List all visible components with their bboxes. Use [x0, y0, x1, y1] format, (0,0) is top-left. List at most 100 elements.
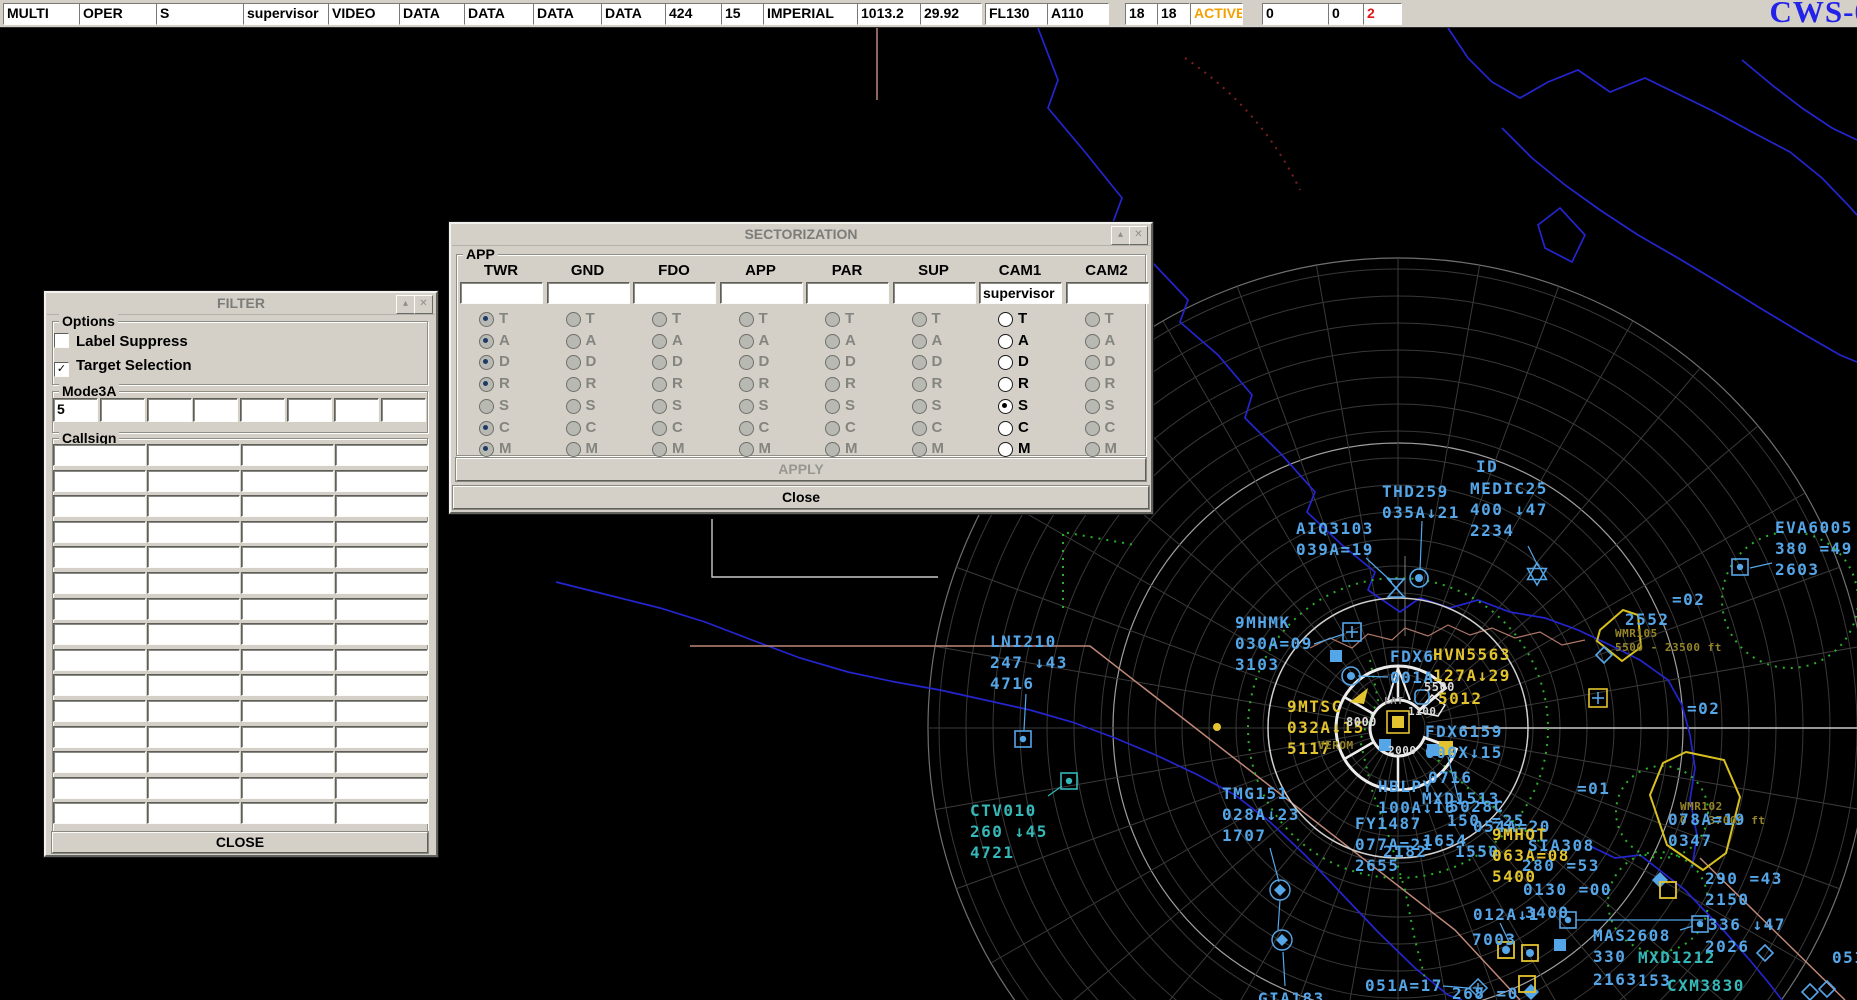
- callsign-input-r3c3[interactable]: [335, 521, 428, 543]
- mode3a-input-6[interactable]: [334, 398, 379, 422]
- callsign-input-r11c3[interactable]: [335, 726, 428, 748]
- radio-app-t[interactable]: [739, 312, 754, 327]
- radio-par-c[interactable]: [825, 421, 840, 436]
- callsign-input-r1c2[interactable]: [241, 470, 334, 492]
- sector-input-twr[interactable]: [460, 282, 543, 304]
- radio-sup-m[interactable]: [912, 442, 927, 457]
- callsign-input-r4c1[interactable]: [147, 546, 240, 568]
- radio-twr-t[interactable]: [479, 312, 494, 327]
- mode3a-input-0[interactable]: 5: [53, 398, 98, 422]
- callsign-input-r12c0[interactable]: [53, 751, 146, 773]
- radio-gnd-m[interactable]: [566, 442, 581, 457]
- status-field-424[interactable]: 424: [665, 3, 724, 25]
- radio-app-r[interactable]: [739, 377, 754, 392]
- callsign-input-r5c1[interactable]: [147, 572, 240, 594]
- radio-app-d[interactable]: [739, 355, 754, 370]
- center-target-symbol[interactable]: [1387, 711, 1409, 733]
- status-field-oper[interactable]: OPER: [79, 3, 159, 25]
- callsign-input-r10c0[interactable]: [53, 700, 146, 722]
- radio-cam2-s[interactable]: [1085, 399, 1100, 414]
- radio-sup-a[interactable]: [912, 334, 927, 349]
- mode3a-input-1[interactable]: [100, 398, 145, 422]
- mode3a-input-7[interactable]: [381, 398, 426, 422]
- filled-square-symbol[interactable]: [1379, 739, 1391, 751]
- radio-app-s[interactable]: [739, 399, 754, 414]
- status-field-imperial[interactable]: IMPERIAL: [763, 3, 860, 25]
- circle-dot-symbol[interactable]: [1342, 667, 1360, 685]
- callsign-input-r13c1[interactable]: [147, 777, 240, 799]
- status-field-data[interactable]: DATA: [464, 3, 536, 25]
- status-field-multi[interactable]: MULTI: [3, 3, 82, 25]
- radio-gnd-s[interactable]: [566, 399, 581, 414]
- radio-sup-d[interactable]: [912, 355, 927, 370]
- status-field-a110[interactable]: A110: [1047, 3, 1109, 25]
- callsign-input-r7c1[interactable]: [147, 623, 240, 645]
- yellow-filled-square-symbol[interactable]: [1439, 741, 1453, 755]
- square-dot-symbol[interactable]: [1732, 559, 1748, 575]
- callsign-input-r2c3[interactable]: [335, 495, 428, 517]
- apply-button[interactable]: APPLY: [456, 458, 1146, 481]
- radio-cam2-d[interactable]: [1085, 355, 1100, 370]
- callsign-input-r12c2[interactable]: [241, 751, 334, 773]
- filled-square-symbol[interactable]: [1427, 744, 1439, 756]
- bowtie-symbol[interactable]: [1388, 579, 1404, 597]
- status-field-data[interactable]: DATA: [601, 3, 668, 25]
- callsign-input-r9c2[interactable]: [241, 674, 334, 696]
- radio-app-c[interactable]: [739, 421, 754, 436]
- callsign-input-r3c2[interactable]: [241, 521, 334, 543]
- callsign-input-r4c2[interactable]: [241, 546, 334, 568]
- radio-sup-t[interactable]: [912, 312, 927, 327]
- radio-fdo-c[interactable]: [652, 421, 667, 436]
- radio-fdo-s[interactable]: [652, 399, 667, 414]
- diamond-symbol[interactable]: [1802, 984, 1818, 1000]
- sector-input-gnd[interactable]: [547, 282, 630, 304]
- callsign-input-r9c3[interactable]: [335, 674, 428, 696]
- status-field-video[interactable]: VIDEO: [328, 3, 402, 25]
- callsign-input-r13c3[interactable]: [335, 777, 428, 799]
- radio-fdo-r[interactable]: [652, 377, 667, 392]
- callsign-input-r8c2[interactable]: [241, 649, 334, 671]
- callsign-input-r0c1[interactable]: [147, 444, 240, 466]
- sectorization-close-button[interactable]: Close: [453, 486, 1149, 509]
- status-field-s[interactable]: S: [156, 3, 246, 25]
- radio-app-m[interactable]: [739, 442, 754, 457]
- status-field-18[interactable]: 18: [1125, 3, 1160, 25]
- radio-par-s[interactable]: [825, 399, 840, 414]
- radio-fdo-t[interactable]: [652, 312, 667, 327]
- radio-fdo-a[interactable]: [652, 334, 667, 349]
- callsign-input-r1c3[interactable]: [335, 470, 428, 492]
- checkbox-icon[interactable]: [54, 333, 69, 348]
- callsign-input-r0c3[interactable]: [335, 444, 428, 466]
- radio-cam2-t[interactable]: [1085, 312, 1100, 327]
- status-field-0[interactable]: 0: [1328, 3, 1366, 25]
- star6-symbol[interactable]: [1528, 563, 1547, 585]
- radio-cam1-s[interactable]: [998, 399, 1013, 414]
- callsign-input-r1c0[interactable]: [53, 470, 146, 492]
- callsign-input-r3c0[interactable]: [53, 521, 146, 543]
- callsign-input-r10c1[interactable]: [147, 700, 240, 722]
- callsign-input-r6c1[interactable]: [147, 598, 240, 620]
- callsign-input-r6c2[interactable]: [241, 598, 334, 620]
- pin-icon[interactable]: ▴: [396, 295, 415, 314]
- radio-gnd-t[interactable]: [566, 312, 581, 327]
- callsign-input-r7c0[interactable]: [53, 623, 146, 645]
- mode3a-input-2[interactable]: [147, 398, 192, 422]
- square-dot-symbol[interactable]: [1015, 731, 1031, 747]
- callsign-input-r6c3[interactable]: [335, 598, 428, 620]
- mode3a-input-4[interactable]: [240, 398, 285, 422]
- callsign-input-r14c1[interactable]: [147, 802, 240, 824]
- callsign-input-r2c2[interactable]: [241, 495, 334, 517]
- callsign-input-r14c2[interactable]: [241, 802, 334, 824]
- radio-cam2-m[interactable]: [1085, 442, 1100, 457]
- status-field-data[interactable]: DATA: [533, 3, 604, 25]
- callsign-input-r11c2[interactable]: [241, 726, 334, 748]
- radio-cam1-t[interactable]: [998, 312, 1013, 327]
- filled-square-symbol[interactable]: [1330, 650, 1342, 662]
- checkbox-icon[interactable]: ✓: [54, 362, 69, 377]
- filter-checkbox-target-selection[interactable]: ✓Target Selection: [54, 357, 192, 373]
- radio-par-a[interactable]: [825, 334, 840, 349]
- callsign-input-r10c2[interactable]: [241, 700, 334, 722]
- radio-gnd-a[interactable]: [566, 334, 581, 349]
- sector-input-par[interactable]: [806, 282, 889, 304]
- callsign-input-r8c3[interactable]: [335, 649, 428, 671]
